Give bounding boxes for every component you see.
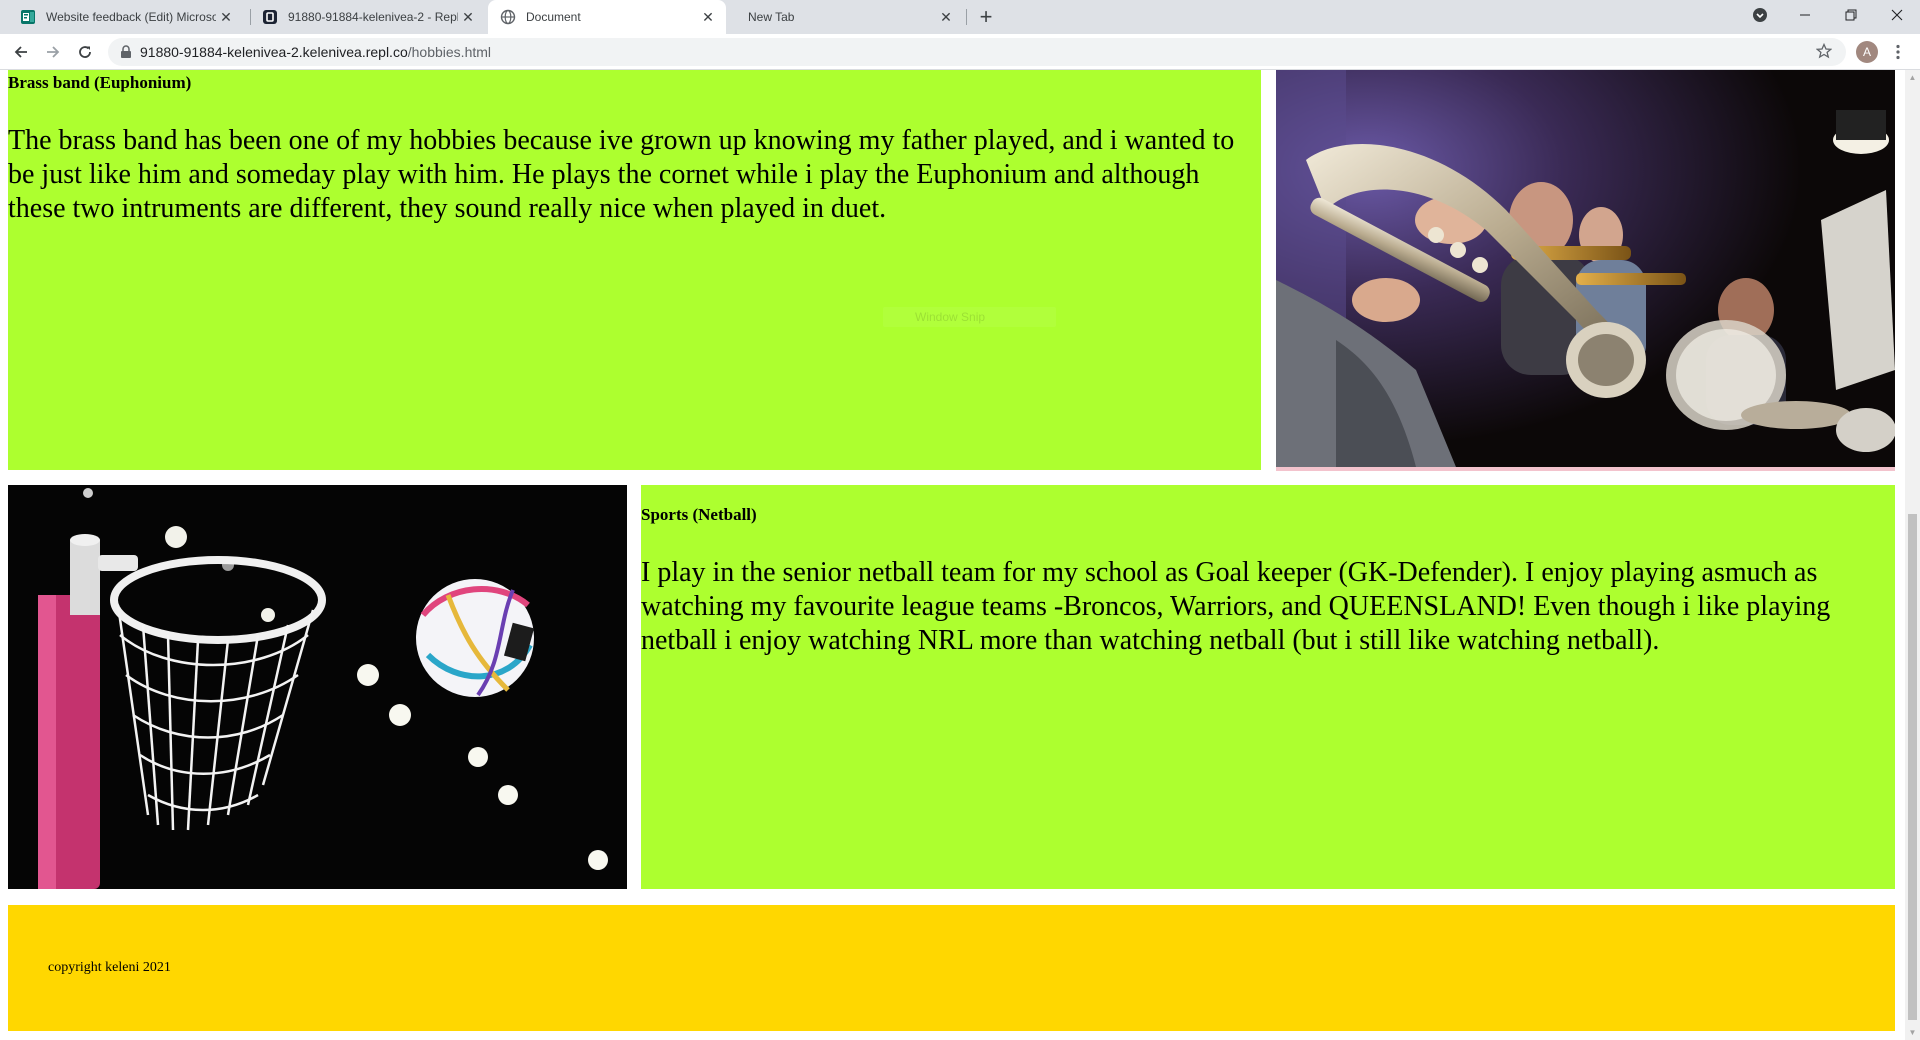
forward-icon[interactable] [40, 39, 66, 65]
url-host: 91880-91884-kelenivea-2.kelenivea.repl.c… [140, 44, 408, 60]
minimize-icon[interactable] [1782, 0, 1828, 30]
scrollbar-thumb[interactable] [1908, 514, 1917, 1020]
tab-search-icon[interactable] [1737, 0, 1783, 30]
sports-section: Sports (Netball) I play in the senior ne… [641, 485, 1895, 889]
window-snip-overlay: Window Snip [883, 307, 1056, 327]
close-icon[interactable]: ✕ [216, 7, 236, 27]
tab-title: Document [526, 10, 581, 24]
new-tab-button[interactable]: + [974, 4, 998, 29]
restore-icon[interactable] [1828, 0, 1874, 30]
profile-avatar[interactable]: A [1856, 41, 1878, 63]
forms-icon [20, 9, 36, 25]
tab-separator [966, 9, 967, 25]
tab-title: New Tab [748, 10, 795, 24]
tab-title: Website feedback (Edit) Microsof [46, 10, 216, 24]
back-icon[interactable] [8, 39, 34, 65]
globe-icon [500, 9, 516, 25]
tab-replit[interactable]: 91880-91884-kelenivea-2 - Replit ✕ [250, 0, 486, 34]
page-footer: copyright keleni 2021 [8, 905, 1895, 1031]
brass-band-photo [1276, 70, 1895, 471]
tab-title: 91880-91884-kelenivea-2 - Replit [288, 10, 458, 24]
tab-document[interactable]: Document ✕ [488, 0, 726, 34]
close-icon[interactable]: ✕ [698, 7, 718, 27]
vertical-scrollbar[interactable]: ▲ ▼ [1905, 70, 1920, 1040]
menu-dots-icon[interactable] [1888, 42, 1908, 62]
page-viewport: Brass band (Euphonium) The brass band ha… [0, 70, 1905, 1040]
url-path: /hobbies.html [407, 44, 492, 60]
brass-band-text: The brass band has been one of my hobbie… [8, 125, 1235, 224]
bookmark-star-icon[interactable] [1815, 42, 1833, 62]
scroll-down-icon[interactable]: ▼ [1908, 1028, 1917, 1037]
close-icon[interactable]: ✕ [458, 7, 478, 27]
close-icon[interactable]: ✕ [936, 7, 956, 27]
sports-text: I play in the senior netball team for my… [641, 557, 1831, 656]
sports-heading: Sports (Netball) [641, 505, 757, 524]
brass-band-section: Brass band (Euphonium) The brass band ha… [8, 70, 1261, 470]
replit-icon [262, 9, 278, 25]
browser-toolbar: 91880-91884-kelenivea-2.kelenivea.repl.c… [0, 34, 1920, 70]
lock-icon [120, 45, 132, 59]
address-bar[interactable]: 91880-91884-kelenivea-2.kelenivea.repl.c… [108, 38, 1846, 66]
tab-website-feedback[interactable]: Website feedback (Edit) Microsof ✕ [8, 0, 244, 34]
reload-icon[interactable] [72, 39, 98, 65]
tab-new-tab[interactable]: New Tab ✕ [728, 0, 964, 34]
scroll-up-icon[interactable]: ▲ [1908, 73, 1917, 82]
copyright-text: copyright keleni 2021 [48, 960, 171, 975]
tab-strip: Website feedback (Edit) Microsof ✕ 91880… [0, 0, 1920, 34]
netball-photo [8, 485, 627, 889]
brass-band-heading: Brass band (Euphonium) [8, 73, 192, 92]
window-close-icon[interactable] [1874, 0, 1920, 30]
